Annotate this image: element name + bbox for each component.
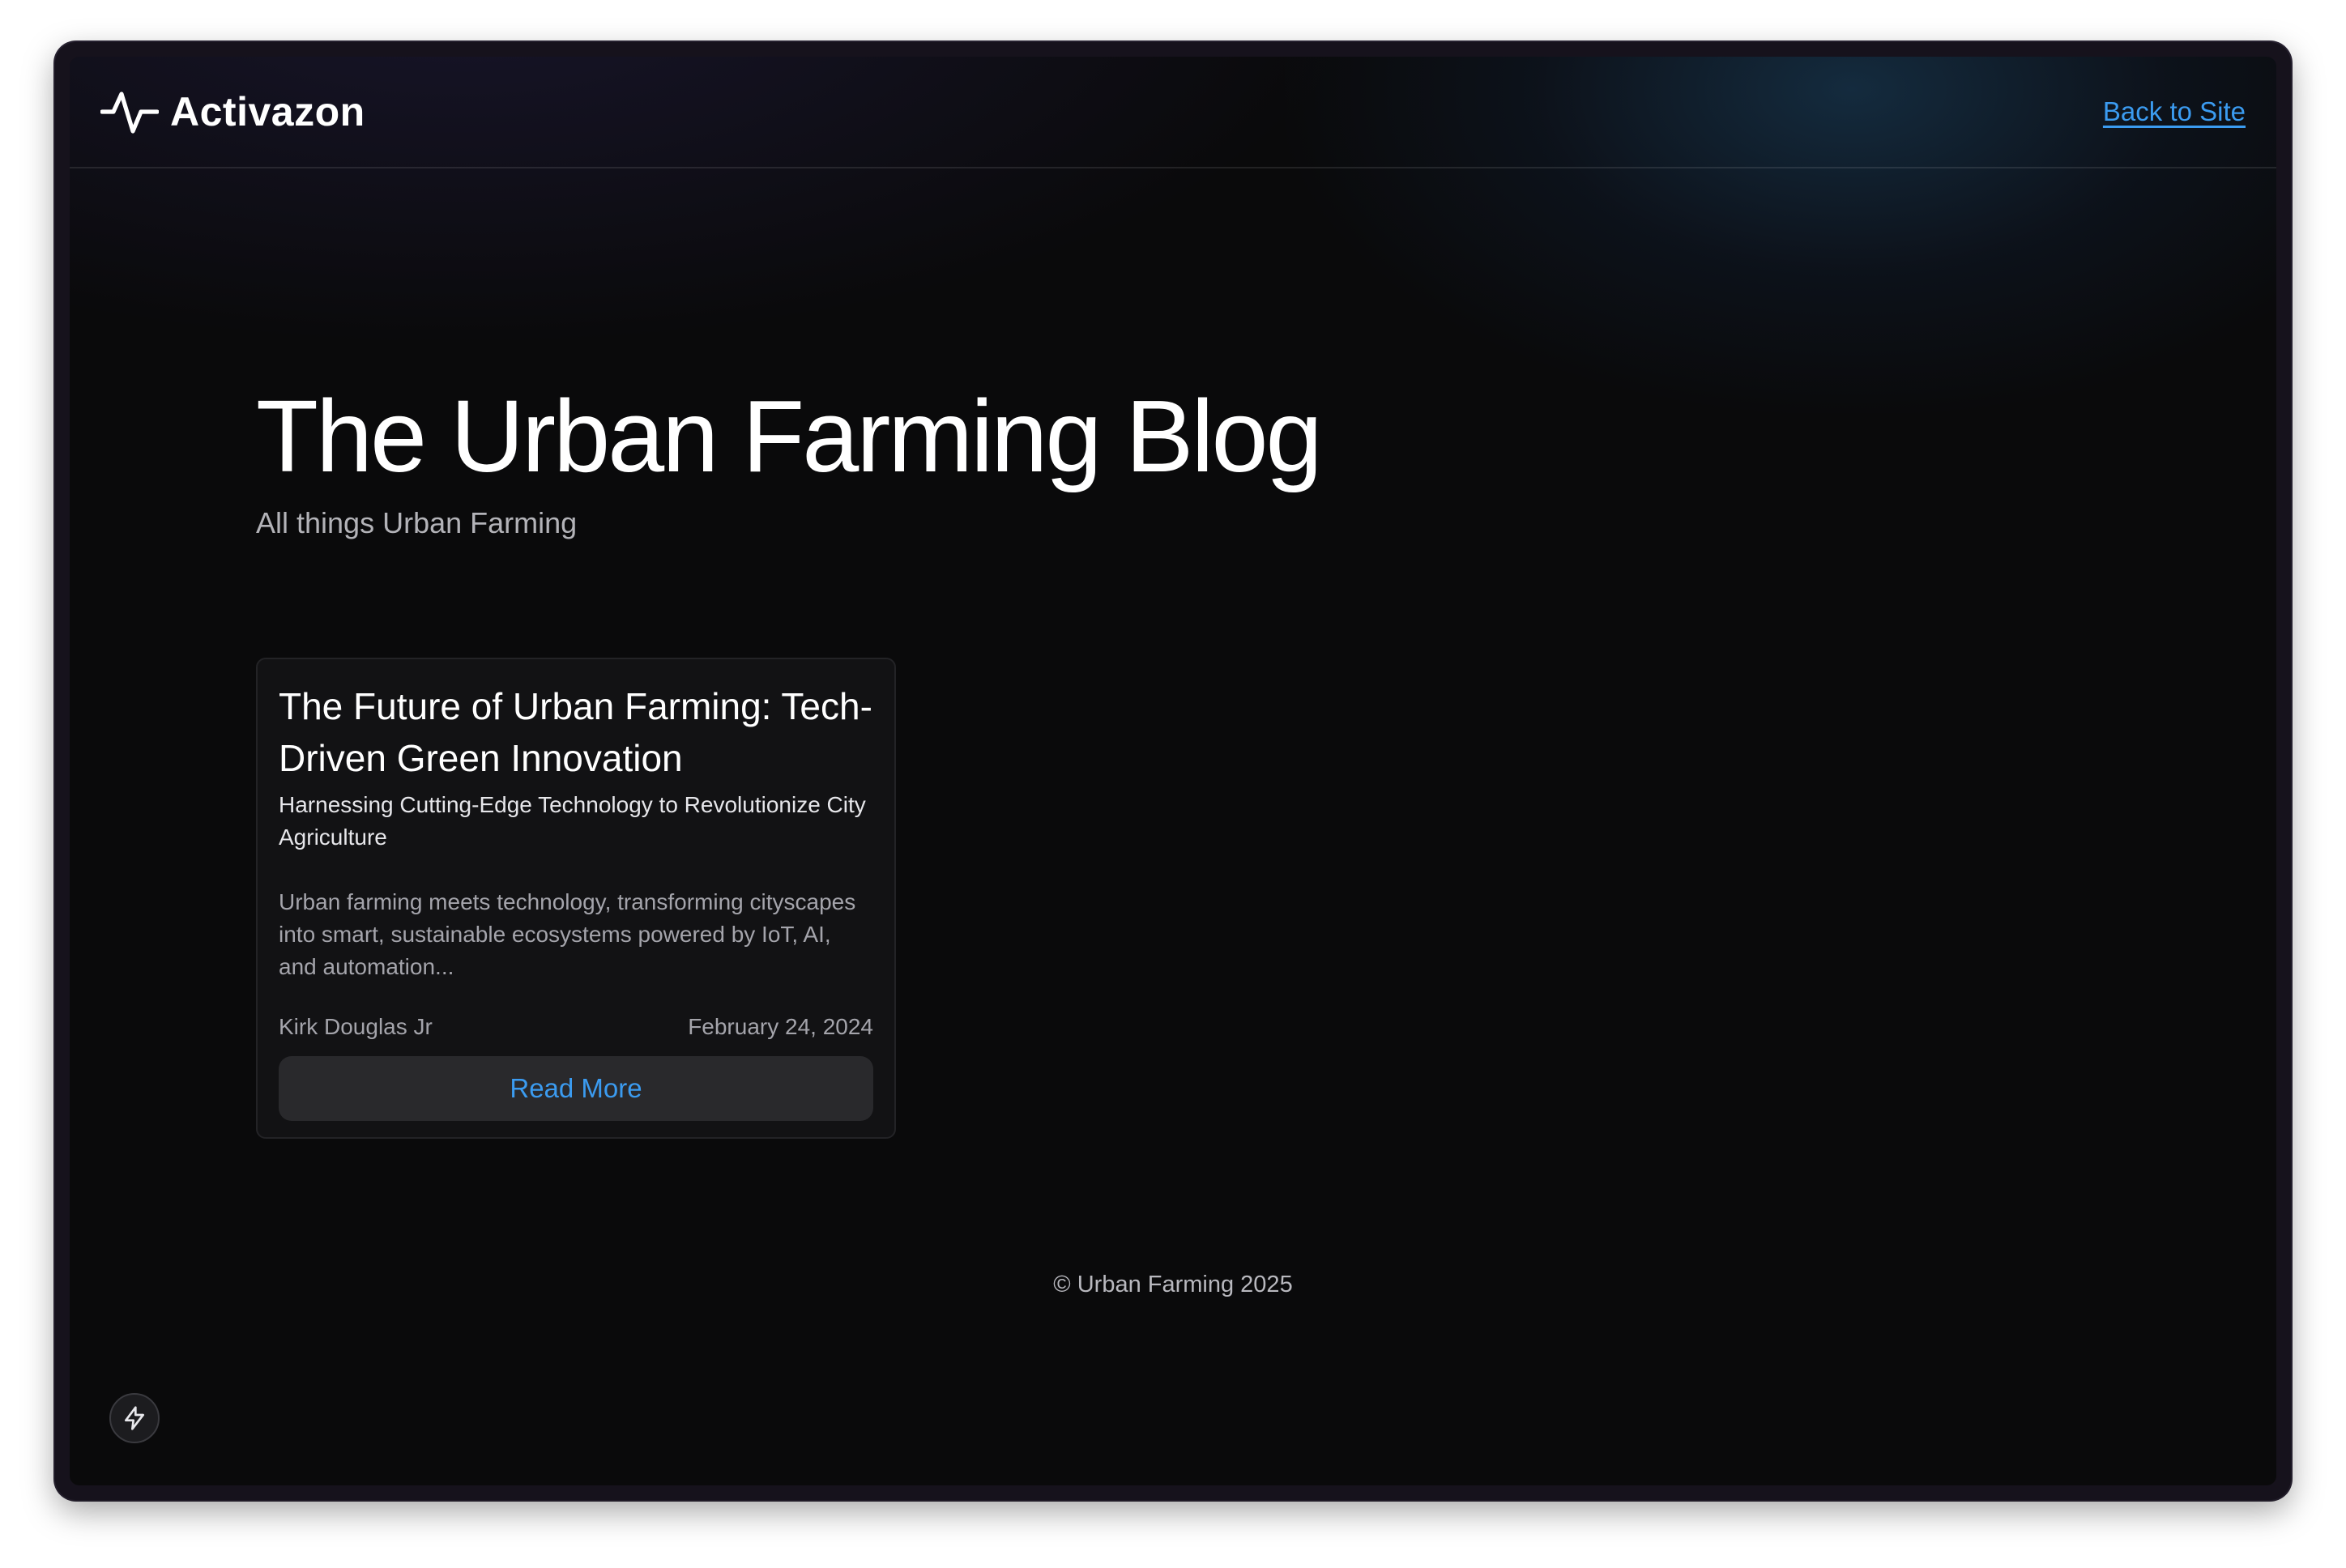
post-meta: Kirk Douglas Jr February 24, 2024 bbox=[279, 1014, 873, 1040]
page-subtitle: All things Urban Farming bbox=[256, 505, 578, 539]
post-card: The Future of Urban Farming: Tech-Driven… bbox=[256, 658, 896, 1139]
post-subtitle: Harnessing Cutting-Edge Technology to Re… bbox=[279, 792, 866, 850]
post-title[interactable]: The Future of Urban Farming: Tech-Driven… bbox=[279, 680, 873, 784]
read-more-button[interactable]: Read More bbox=[279, 1056, 873, 1121]
pulse-icon bbox=[100, 92, 159, 134]
quick-action-button[interactable] bbox=[109, 1393, 160, 1443]
copyright-text: © Urban Farming 2025 bbox=[1053, 1272, 1293, 1297]
page-title: The Urban Farming Blog bbox=[256, 379, 1323, 493]
hero: The Urban Farming Blog All things Urban … bbox=[256, 379, 1323, 540]
page: Activazon Back to Site The Urban Farming… bbox=[70, 57, 2276, 1485]
site-footer: © Urban Farming 2025 bbox=[70, 1272, 2276, 1298]
post-author: Kirk Douglas Jr bbox=[279, 1014, 433, 1039]
post-excerpt: Urban farming meets technology, transfor… bbox=[279, 889, 856, 979]
browser-window: Activazon Back to Site The Urban Farming… bbox=[55, 42, 2291, 1500]
brand-name: Activazon bbox=[170, 89, 365, 134]
lightning-icon bbox=[125, 1406, 144, 1430]
post-date: February 24, 2024 bbox=[688, 1014, 873, 1039]
back-to-site-link[interactable]: Back to Site bbox=[2103, 96, 2246, 127]
site-header: Activazon Back to Site bbox=[70, 57, 2276, 168]
brand-logo[interactable]: Activazon bbox=[100, 87, 365, 136]
